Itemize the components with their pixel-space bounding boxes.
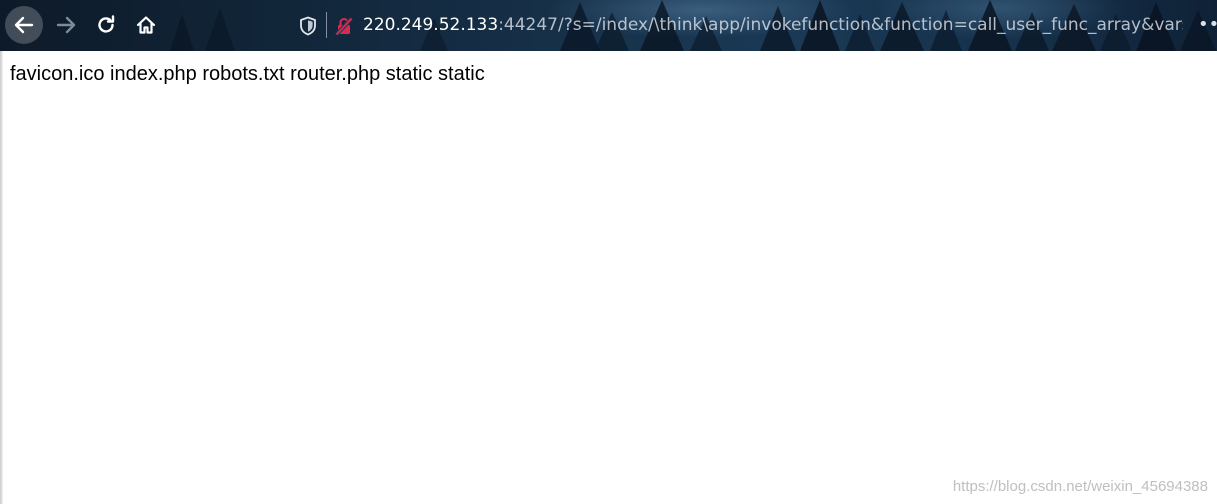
more-dots-icon[interactable]: •• <box>1198 14 1217 36</box>
url-host: 220.249.52.133 <box>363 15 499 35</box>
browser-toolbar: 220.249.52.133:44247/?s=/index/\think\ap… <box>0 0 1217 51</box>
home-icon <box>136 16 156 34</box>
window-left-edge <box>0 51 3 504</box>
tracking-protection-button[interactable] <box>296 14 320 38</box>
forward-button[interactable] <box>47 6 85 44</box>
home-button[interactable] <box>127 6 165 44</box>
shield-icon <box>300 16 316 36</box>
back-button[interactable] <box>5 6 43 44</box>
directory-listing-text: favicon.ico index.php robots.txt router.… <box>10 63 485 85</box>
url-path: :44247/?s=/index/\think\app/invokefuncti… <box>498 15 1183 35</box>
reload-icon <box>98 15 115 33</box>
urlbar-divider <box>326 12 327 38</box>
insecure-lock-icon <box>335 17 353 36</box>
arrow-right-icon <box>56 16 76 34</box>
arrow-left-icon <box>14 16 34 34</box>
reload-button[interactable] <box>87 6 125 44</box>
url-text[interactable]: 220.249.52.133:44247/?s=/index/\think\ap… <box>363 13 1183 37</box>
watermark: https://blog.csdn.net/weixin_45694388 <box>952 478 1208 495</box>
connection-info-button[interactable] <box>332 14 356 38</box>
